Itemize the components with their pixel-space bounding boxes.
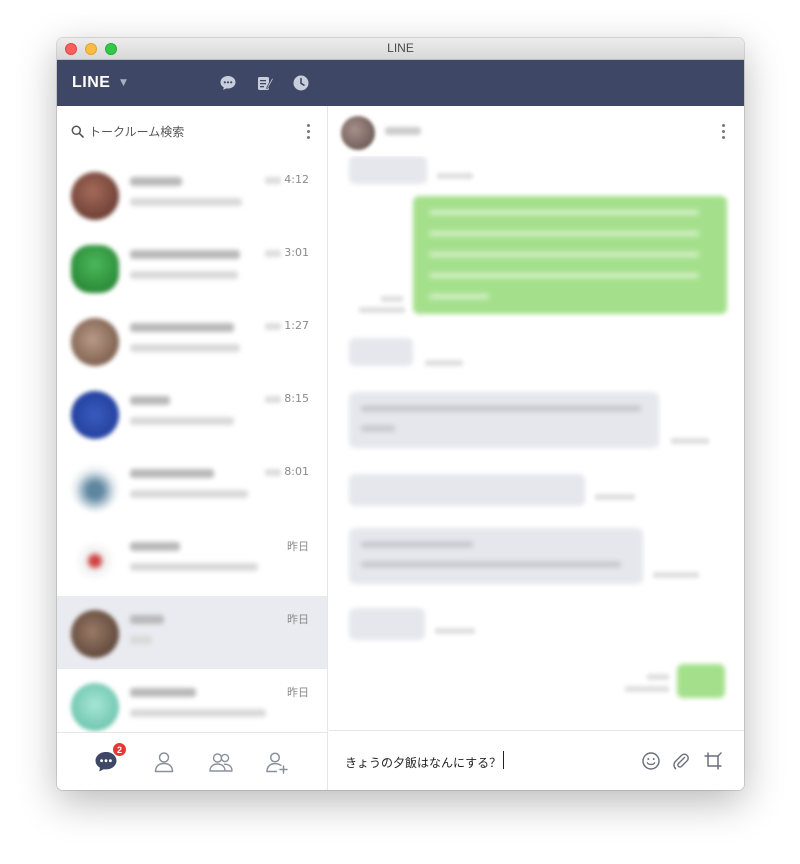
attachment-icon[interactable] xyxy=(671,751,691,771)
friends-icon[interactable] xyxy=(151,749,177,775)
message-composer xyxy=(329,730,744,790)
incoming-message[interactable] xyxy=(349,156,427,184)
avatar xyxy=(71,683,119,731)
avatar xyxy=(71,318,119,366)
more-options-icon[interactable] xyxy=(722,124,726,142)
chat-list-item[interactable]: 1:27 xyxy=(57,304,327,377)
chat-list-item[interactable]: 4:12 xyxy=(57,158,327,231)
groups-icon[interactable] xyxy=(208,749,234,775)
add-friend-icon[interactable] xyxy=(264,749,290,775)
line-window: LINE LINE ▼ トークルーム検索 4:12 3:01 1:27 8:15… xyxy=(57,38,744,790)
chat-time: 昨日 xyxy=(287,613,309,626)
chat-list-item-selected[interactable]: 昨日 xyxy=(57,596,327,669)
avatar xyxy=(71,245,119,293)
avatar xyxy=(71,464,119,512)
chat-time: 3:01 xyxy=(284,246,309,259)
avatar xyxy=(71,172,119,220)
avatar xyxy=(71,610,119,658)
clock-icon[interactable] xyxy=(292,74,310,92)
chat-search[interactable]: トークルーム検索 xyxy=(71,122,291,142)
chevron-down-icon[interactable]: ▼ xyxy=(120,78,127,88)
avatar xyxy=(71,391,119,439)
chat-pane xyxy=(329,106,744,790)
screenshot-crop-icon[interactable] xyxy=(703,751,723,771)
chat-list-sidebar: トークルーム検索 4:12 3:01 1:27 8:15 8:01 昨日 昨日 … xyxy=(57,106,328,790)
chat-time: 昨日 xyxy=(287,540,309,553)
chat-list-item[interactable]: 8:01 xyxy=(57,450,327,523)
chat-list-item[interactable]: 8:15 xyxy=(57,377,327,450)
chat-time: 1:27 xyxy=(284,319,309,332)
text-caret xyxy=(503,751,504,769)
outgoing-message[interactable] xyxy=(677,664,725,698)
line-logo[interactable]: LINE xyxy=(72,74,110,92)
incoming-message[interactable] xyxy=(349,528,643,584)
window-title: LINE xyxy=(387,41,414,55)
more-options-icon[interactable] xyxy=(307,124,311,142)
incoming-message[interactable] xyxy=(349,474,585,506)
incoming-message[interactable] xyxy=(349,338,413,366)
chat-bubble-icon[interactable] xyxy=(219,74,237,92)
chat-header xyxy=(329,106,744,156)
chat-time: 4:12 xyxy=(284,173,309,186)
note-icon[interactable] xyxy=(256,74,274,92)
emoji-icon[interactable] xyxy=(641,751,661,771)
chat-list-item[interactable]: 昨日 xyxy=(57,523,327,596)
outgoing-message[interactable] xyxy=(413,196,727,314)
chat-time: 8:01 xyxy=(284,465,309,478)
bottom-nav: 2 xyxy=(57,732,327,790)
chat-time: 昨日 xyxy=(287,686,309,699)
incoming-message[interactable] xyxy=(349,608,425,640)
app-header: LINE ▼ xyxy=(57,60,744,106)
search-input[interactable]: トークルーム検索 xyxy=(89,123,184,140)
chat-list-item[interactable]: 3:01 xyxy=(57,231,327,304)
unread-badge: 2 xyxy=(112,742,127,757)
avatar xyxy=(71,537,119,585)
title-bar[interactable]: LINE xyxy=(57,38,744,60)
incoming-message[interactable] xyxy=(349,392,659,448)
message-area[interactable] xyxy=(329,156,744,724)
message-input[interactable] xyxy=(345,753,625,771)
avatar[interactable] xyxy=(341,116,375,150)
search-icon xyxy=(71,125,84,138)
chat-time: 8:15 xyxy=(284,392,309,405)
chat-list: 4:12 3:01 1:27 8:15 8:01 昨日 昨日 昨日 xyxy=(57,158,327,742)
